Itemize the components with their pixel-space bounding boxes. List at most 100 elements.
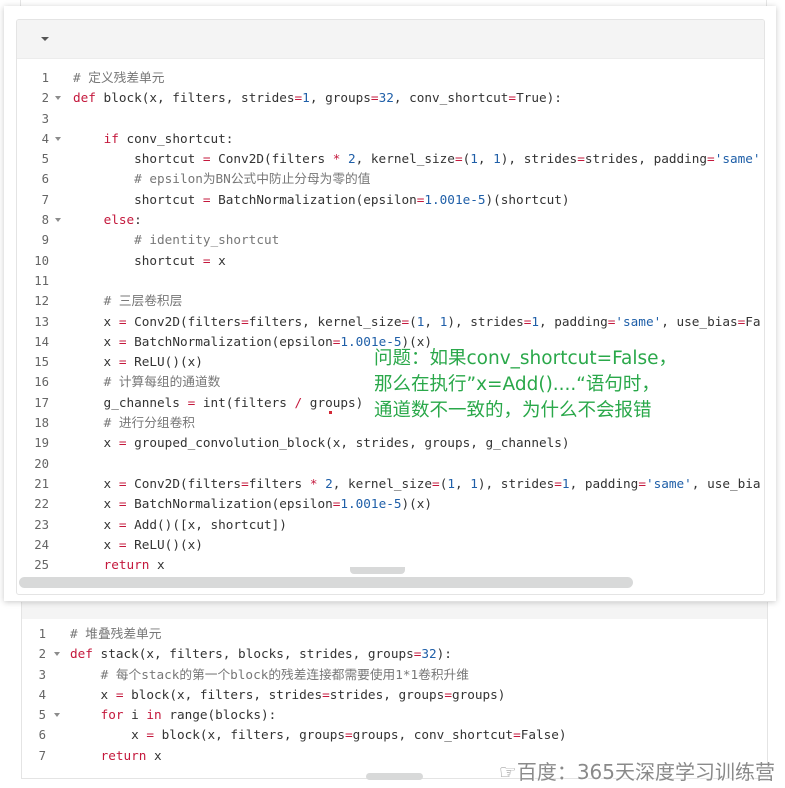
code-line: 22 x = BatchNormalization(epsilon=1.001e…	[17, 494, 764, 514]
line-number: 18	[34, 416, 49, 431]
code-popup-panel: 1 # 定义残差单元 2 def block(x, filters, strides=…	[4, 6, 776, 601]
code-text: def block(x, filters, strides=1, groups=…	[73, 90, 562, 106]
code-text: # 三层卷积层	[103, 293, 183, 309]
code-text: return x	[103, 557, 165, 573]
line-number: 1	[41, 71, 49, 85]
code-lines-bottom: 1 # 堆叠残差单元 2 def stack(x, filters, blocks, …	[22, 624, 767, 766]
fold-arrow-icon[interactable]	[55, 218, 61, 223]
code-line: 10 shortcut = x	[17, 251, 764, 271]
line-number: 5	[38, 708, 46, 723]
line-number: 4	[38, 687, 46, 702]
code-line: 21 x = Conv2D(filters=filters * 2, kerne…	[17, 474, 764, 494]
horizontal-scrollbar-bottom[interactable]	[366, 773, 423, 780]
code-line: 6 x = block(x, filters, groups=groups, c…	[22, 725, 767, 745]
line-number: 25	[34, 558, 49, 573]
line-number: 7	[41, 192, 49, 207]
code-line: 12 # 三层卷积层	[17, 291, 764, 311]
code-block-bottom: 1 # 堆叠残差单元 2 def stack(x, filters, blocks, …	[21, 602, 768, 779]
line-number: 14	[34, 334, 49, 349]
code-text: x = block(x, filters, strides=strides, g…	[70, 686, 506, 702]
code-text: for i in range(blocks):	[100, 707, 277, 723]
code-text: x = Conv2D(filters=filters * 2, kernel_s…	[73, 475, 761, 491]
fold-arrow-icon[interactable]	[55, 136, 61, 141]
code-text: x = ReLU()(x)	[73, 536, 203, 552]
code-text: shortcut = BatchNormalization(epsilon=1.…	[73, 191, 570, 207]
code-text: shortcut = Conv2D(filters * 2, kernel_si…	[73, 151, 761, 167]
code-line: 23 x = Add()([x, shortcut])	[17, 515, 764, 535]
code-line: 7 shortcut = BatchNormalization(epsilon=…	[17, 190, 764, 210]
code-text: if conv_shortcut:	[103, 130, 234, 146]
code-text: x = Conv2D(filters=filters, kernel_size=…	[73, 313, 761, 329]
code-line: 9 # identity_shortcut	[17, 230, 764, 250]
code-text: # 定义残差单元	[73, 70, 165, 85]
code-line: 8 else:	[17, 210, 764, 230]
line-number: 17	[34, 395, 49, 410]
code-text: shortcut = x	[73, 252, 226, 268]
line-number: 20	[34, 456, 49, 471]
fold-arrow-icon[interactable]	[54, 652, 60, 657]
line-number: 19	[34, 436, 49, 451]
line-number: 1	[38, 627, 46, 641]
line-number: 22	[34, 497, 49, 512]
code-text: x = Add()([x, shortcut])	[73, 516, 287, 532]
line-number: 2	[41, 91, 49, 106]
code-line: 6 # epsilon为BN公式中防止分母为零的值	[17, 169, 764, 189]
line-number: 13	[34, 314, 49, 329]
question-annotation: 问题：如果conv_shortcut=False， 那么在执行”x=Add().…	[374, 348, 678, 421]
code-text: # epsilon为BN公式中防止分母为零的值	[134, 171, 371, 187]
line-number: 16	[34, 375, 49, 390]
code-text: # 计算每组的通道数	[103, 374, 221, 390]
code-line: 4 x = block(x, filters, strides=strides,…	[22, 685, 767, 705]
fold-arrow-icon[interactable]	[55, 96, 61, 101]
line-number: 8	[41, 213, 49, 228]
line-number: 15	[34, 355, 49, 370]
code-line: 1 # 堆叠残差单元	[22, 624, 767, 644]
code-text: x = ReLU()(x)	[73, 354, 203, 370]
line-number: 23	[34, 517, 49, 532]
code-line: 1 # 定义残差单元	[17, 68, 764, 88]
scrollbar-handle[interactable]	[350, 567, 405, 574]
line-number: 24	[34, 537, 49, 552]
code-block-header	[17, 20, 764, 59]
line-number: 2	[38, 647, 46, 662]
code-line: 3 # 每个stack的第一个block的残差连接都需要使用1*1卷积升维	[22, 665, 767, 685]
line-number: 21	[34, 476, 49, 491]
code-text: return x	[100, 747, 162, 763]
code-block-top: 1 # 定义残差单元 2 def block(x, filters, strides=…	[16, 19, 765, 595]
code-block-header-bottom	[22, 602, 767, 619]
line-number: 10	[34, 253, 49, 268]
line-number: 3	[38, 667, 46, 682]
code-line: 20	[17, 454, 764, 474]
horizontal-scrollbar[interactable]	[19, 577, 633, 588]
code-text: # identity_shortcut	[134, 232, 280, 248]
line-number: 7	[38, 748, 46, 763]
line-number: 4	[41, 131, 49, 146]
code-line: 11	[17, 271, 764, 291]
code-text: # 堆叠残差单元	[70, 626, 162, 641]
line-number: 9	[41, 233, 49, 248]
code-line: 2 def block(x, filters, strides=1, groups…	[17, 88, 764, 108]
line-number: 12	[34, 294, 49, 309]
code-line: 13 x = Conv2D(filters=filters, kernel_si…	[17, 312, 764, 332]
code-text: # 每个stack的第一个block的残差连接都需要使用1*1卷积升维	[100, 666, 469, 682]
fold-arrow-icon[interactable]	[54, 713, 60, 718]
code-text: else:	[103, 212, 142, 228]
code-text: # 进行分组卷积	[103, 415, 195, 431]
code-line: 4 if conv_shortcut:	[17, 129, 764, 149]
line-number: 6	[38, 728, 46, 743]
code-line: 19 x = grouped_convolution_block(x, stri…	[17, 433, 764, 453]
line-number: 5	[41, 152, 49, 167]
line-number: 6	[41, 172, 49, 187]
code-text: g_channels = int(filters / groups)	[73, 394, 364, 410]
code-line: 2 def stack(x, filters, blocks, strides, …	[22, 644, 767, 664]
line-number: 3	[41, 111, 49, 126]
code-text: x = block(x, filters, groups=groups, con…	[70, 727, 567, 743]
code-text: x = BatchNormalization(epsilon=1.001e-5)…	[73, 496, 433, 512]
red-cursor-dot	[329, 411, 332, 414]
code-text: x = grouped_convolution_block(x, strides…	[73, 435, 570, 451]
code-lines-top: 1 # 定义残差单元 2 def block(x, filters, strides=…	[17, 68, 764, 575]
code-line: 24 x = ReLU()(x)	[17, 535, 764, 555]
line-number: 11	[34, 273, 49, 288]
collapse-caret-icon[interactable]	[41, 37, 49, 41]
code-line: 5 for i in range(blocks):	[22, 705, 767, 725]
